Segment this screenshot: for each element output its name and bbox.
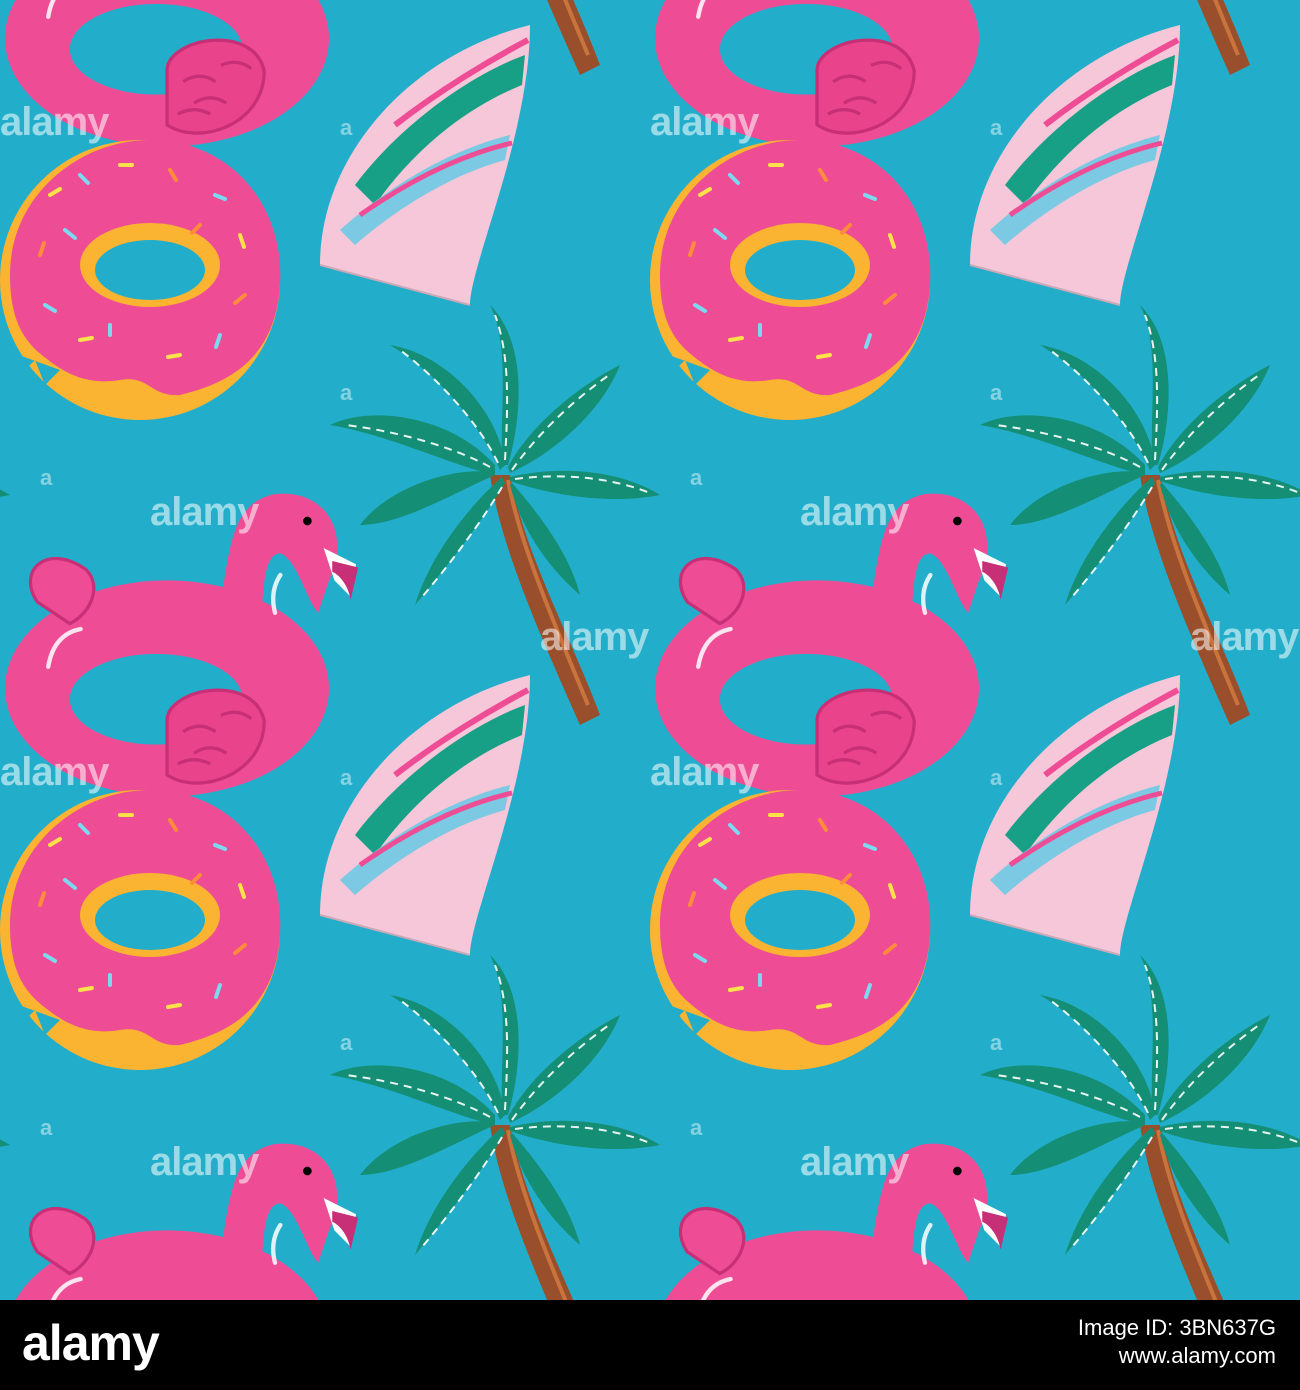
site-url: www.alamy.com: [1118, 1343, 1276, 1368]
donut-float-icon: [0, 138, 283, 422]
image-info: Image ID: 3BN637G www.alamy.com: [1078, 1314, 1276, 1370]
donut-float-icon: [648, 788, 933, 1072]
credit-bar: alamy Image ID: 3BN637G www.alamy.com: [0, 1300, 1300, 1390]
stock-image: alamy alamy alamy alamy alamy alamy alamy alamy…: [0, 0, 1300, 1390]
alamy-logo: alamy: [22, 1315, 160, 1371]
summer-pattern-illustration: [0, 0, 1300, 1300]
image-id: Image ID: 3BN637G: [1077, 1315, 1276, 1340]
donut-float-icon: [648, 138, 933, 422]
donut-float-icon: [0, 788, 283, 1072]
